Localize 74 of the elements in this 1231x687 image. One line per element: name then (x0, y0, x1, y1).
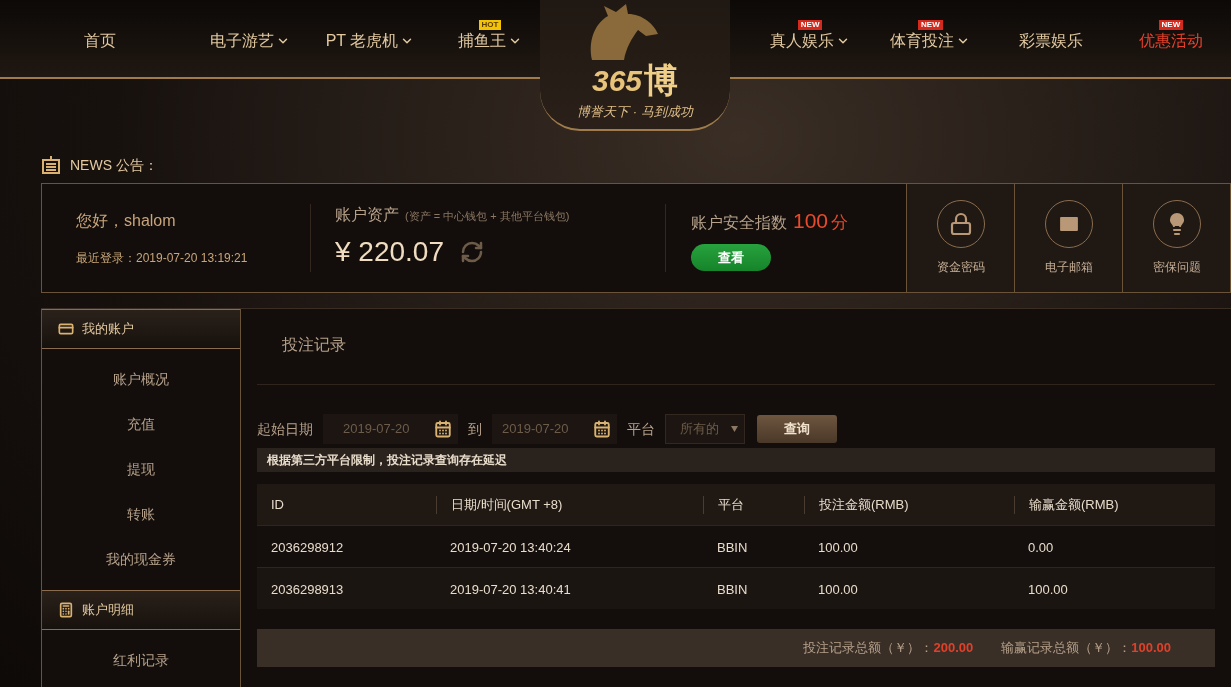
security-tile[interactable]: 电子邮箱 (1014, 184, 1122, 292)
badge: NEW (797, 19, 823, 30)
column-header: ID (271, 495, 284, 514)
section-title: 账户明细 (82, 601, 134, 620)
nav-link[interactable]: PT 老虎机 (325, 30, 415, 51)
table-cell: 2019-07-20 13:40:24 (450, 539, 571, 555)
column-header: 平台 (718, 495, 744, 514)
filter-label: 起始日期 (257, 419, 313, 439)
greeting: 您好，shalom (76, 211, 177, 231)
view-button[interactable]: 查看 (691, 244, 771, 272)
security-unit: 分 (831, 211, 849, 234)
assets-label: 账户资产 (335, 205, 399, 225)
nav-link[interactable]: 首页 (84, 30, 116, 51)
badge: HOT (478, 19, 502, 30)
table-cell: 2036298913 (271, 581, 344, 597)
last-login: 最近登录：2019-07-20 13:19:21 (76, 250, 249, 267)
nav-link[interactable]: 彩票娱乐 (1018, 30, 1083, 51)
column-header: 投注金额(RMB) (819, 495, 909, 514)
balance: ¥ 220.07 (335, 235, 444, 269)
column-header: 日期/时间(GMT +8) (451, 495, 563, 514)
calculator-icon (58, 602, 74, 618)
nav-link[interactable]: 电子游艺 (210, 30, 290, 51)
logo-number: 365 (591, 65, 643, 96)
sidebar-item[interactable]: 提现 (42, 447, 240, 492)
total-value: 200.00 (933, 639, 974, 658)
section-title: 我的账户 (82, 320, 134, 339)
news-label: NEWS 公告： (70, 155, 158, 175)
table-cell: 100.00 (818, 581, 858, 597)
filter-label: 平台 (627, 419, 655, 439)
sidebar-section-header[interactable]: 我的账户 (42, 309, 240, 349)
sidebar-item[interactable]: 转账 (42, 492, 240, 537)
filter-label: 到 (468, 419, 482, 439)
security-score: 100 (793, 207, 829, 234)
tile-label: 电子邮箱 (1044, 259, 1093, 276)
security-tile[interactable]: 密保问题 (1122, 184, 1230, 292)
sidebar-item[interactable]: 红利记录 (42, 638, 240, 683)
nav-link[interactable]: 优惠活动 (1138, 30, 1203, 51)
sidebar-item[interactable]: 我的现金券 (42, 537, 240, 582)
table-cell: 2036298912 (271, 539, 344, 555)
logo-mark: 博 (644, 59, 679, 100)
table-cell: 100.00 (1028, 581, 1068, 597)
sidebar-section-header[interactable]: 账户明细 (42, 590, 240, 630)
calendar-icon (434, 420, 452, 438)
assets-note: (资产 = 中心钱包 + 其他平台钱包) (405, 209, 570, 224)
table-cell: BBIN (717, 539, 748, 555)
table-cell: 0.00 (1028, 539, 1054, 555)
table-cell: BBIN (717, 581, 748, 597)
sidebar-item[interactable]: 账户概况 (42, 357, 240, 402)
logo-slogan: 博誉天下 · 马到成功 (577, 102, 693, 121)
badge: NEW (1158, 19, 1184, 30)
security-tile[interactable]: 资金密码 (906, 184, 1014, 292)
badge: NEW (918, 19, 943, 30)
page-title: 投注记录 (282, 335, 346, 355)
column-header: 输赢金额(RMB) (1029, 495, 1119, 514)
logo[interactable]: 365博 博誉天下 · 马到成功 (540, 0, 730, 131)
tile-label: 资金密码 (936, 259, 985, 276)
table-cell: 2019-07-20 13:40:41 (450, 581, 571, 597)
calendar-icon (593, 420, 611, 438)
credit-card-icon (58, 321, 74, 337)
sidebar-item[interactable]: 充值 (42, 402, 240, 447)
total-value: 100.00 (1131, 639, 1171, 658)
total-label: 输赢记录总额（￥）： (1001, 639, 1132, 658)
query-button[interactable]: 查询 (757, 415, 837, 443)
notice-text: 根据第三方平台限制，投注记录查询存在延迟 (267, 452, 507, 469)
nav-link[interactable]: 体育投注 (890, 30, 971, 51)
refresh-icon[interactable] (460, 240, 484, 264)
dropdown-arrow-icon (731, 426, 738, 432)
nav-link[interactable]: 真人娱乐 (770, 30, 851, 51)
total-label: 投注记录总额（￥）： (803, 639, 934, 658)
security-label: 账户安全指数 (691, 212, 787, 233)
nav-link[interactable]: 捕鱼王 (458, 30, 522, 51)
tile-label: 密保问题 (1152, 259, 1201, 276)
notice-board-icon (40, 155, 62, 175)
table-cell: 100.00 (818, 539, 858, 555)
